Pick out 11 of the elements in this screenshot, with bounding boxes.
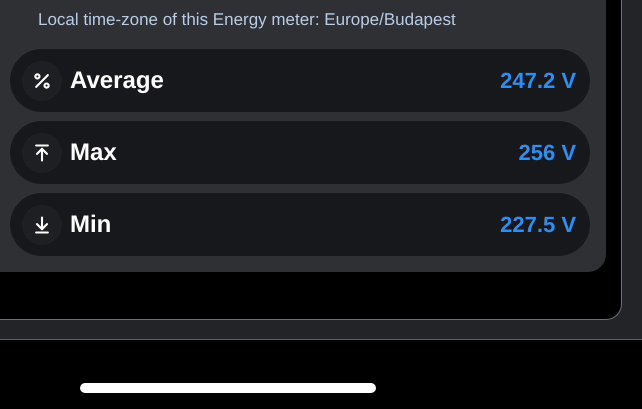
home-indicator[interactable]	[80, 383, 376, 393]
stat-label: Max	[70, 138, 117, 168]
stat-label: Average	[70, 66, 164, 96]
stat-label: Min	[70, 210, 112, 240]
percent-icon	[32, 70, 52, 90]
stat-value: 256 V	[518, 139, 576, 167]
timezone-note: Local time-zone of this Energy meter: Europe/Budapest	[38, 9, 456, 32]
arrow-up-to-line-icon	[32, 142, 52, 162]
arrow-down-to-line-icon	[32, 214, 52, 234]
stat-value: 227.5 V	[500, 211, 576, 239]
stat-value: 247.2 V	[500, 67, 576, 95]
